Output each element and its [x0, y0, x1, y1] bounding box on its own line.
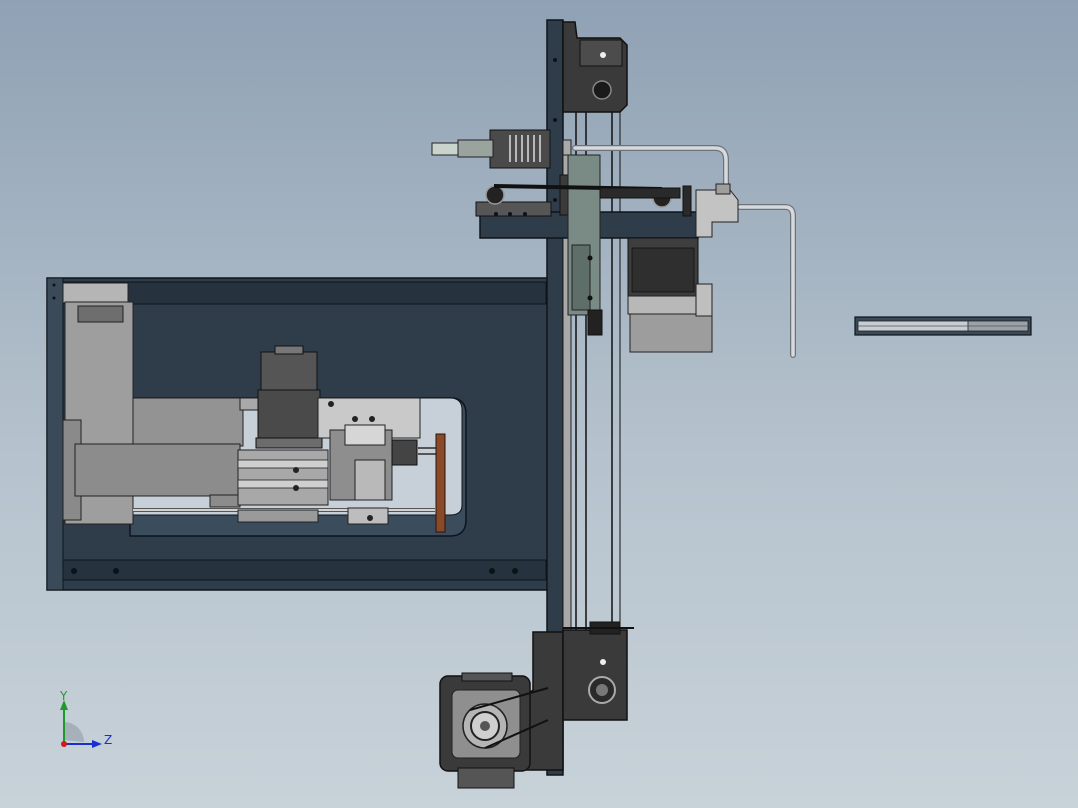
z-axis-arrow [92, 740, 102, 748]
linear-rail [854, 316, 1032, 336]
cad-viewport[interactable]: Y Z [0, 0, 1078, 808]
tube-fitting [695, 183, 739, 238]
arm-motor [255, 345, 323, 449]
z-axis-label: Z [104, 733, 112, 747]
stepper-motor [627, 237, 713, 353]
coordinate-triad: Y Z [59, 689, 112, 748]
y-axis-label: Y [59, 689, 68, 703]
copper-plate [435, 433, 446, 533]
top-bracket [562, 21, 628, 113]
bottom-bracket [519, 621, 634, 771]
x-axis-dot [61, 741, 67, 747]
mechanism-drawing: Y Z [46, 19, 1032, 789]
spring-shaft [431, 129, 572, 169]
